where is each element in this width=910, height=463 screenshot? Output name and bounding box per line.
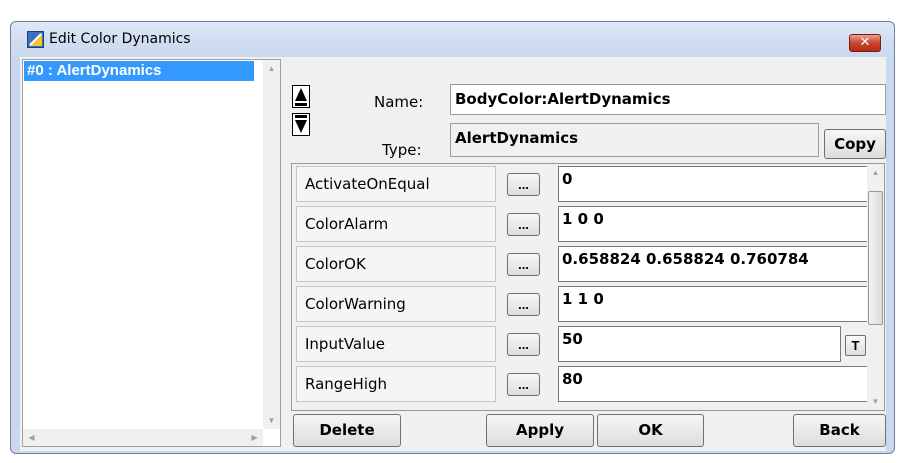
scroll-down-icon[interactable]: ▼ (263, 412, 280, 429)
property-edit-button[interactable]: ... (507, 213, 540, 236)
delete-button[interactable]: Delete (293, 414, 401, 447)
list-item[interactable]: #0 : AlertDynamics (24, 61, 254, 81)
property-row: ActivateOnEqual ... 0 (292, 164, 872, 204)
close-icon: ✕ (859, 35, 871, 50)
property-value-field[interactable]: 1 0 0 (558, 206, 872, 242)
ok-button[interactable]: OK (597, 414, 704, 447)
arrow-up-icon (295, 88, 307, 106)
toggle-t-button[interactable]: T (845, 335, 866, 356)
back-button[interactable]: Back (793, 414, 886, 447)
property-name: ColorOK (296, 246, 496, 282)
property-value-field[interactable]: 0 (558, 166, 872, 202)
list-horizontal-scrollbar[interactable]: ◀ ▶ (23, 429, 263, 446)
title-bar[interactable]: Edit Color Dynamics ✕ (11, 22, 894, 54)
scroll-up-icon[interactable]: ▲ (263, 60, 280, 77)
property-row: ColorWarning ... 1 1 0 (292, 284, 872, 324)
property-edit-button[interactable]: ... (507, 333, 540, 356)
property-edit-button[interactable]: ... (507, 293, 540, 316)
property-row: InputValue ... 50 T (292, 324, 868, 364)
name-field[interactable]: BodyColor:AlertDynamics (450, 84, 886, 115)
property-name: ActivateOnEqual (296, 166, 496, 202)
scroll-left-icon[interactable]: ◀ (23, 429, 40, 446)
property-value-field[interactable]: 80 (558, 366, 872, 402)
scroll-down-icon[interactable]: ▼ (867, 393, 884, 410)
property-edit-button[interactable]: ... (507, 373, 540, 396)
property-value-field[interactable]: 0.658824 0.658824 0.760784 (558, 246, 872, 282)
arrow-down-icon (295, 115, 307, 133)
property-value-field[interactable]: 1 1 0 (558, 286, 872, 322)
grid-vertical-scrollbar[interactable]: ▲ ▼ (867, 164, 884, 410)
list-vertical-scrollbar[interactable]: ▲ ▼ (263, 60, 280, 429)
dialog-client-area: #0 : AlertDynamics ▲ ▼ ◀ ▶ Name: BodyCol… (20, 57, 886, 451)
edit-color-dynamics-window: Edit Color Dynamics ✕ #0 : AlertDynamics… (10, 21, 895, 454)
move-down-button[interactable] (292, 113, 310, 136)
app-icon (27, 31, 44, 48)
name-label: Name: (374, 93, 424, 111)
scroll-up-icon[interactable]: ▲ (867, 164, 884, 181)
property-name: InputValue (296, 326, 496, 362)
property-value-field[interactable]: 50 (558, 326, 841, 362)
property-name: ColorAlarm (296, 206, 496, 242)
type-field: AlertDynamics (450, 123, 819, 157)
window-title: Edit Color Dynamics (49, 31, 191, 47)
property-grid[interactable]: ActivateOnEqual ... 0 ColorAlarm ... 1 0… (291, 163, 885, 411)
apply-button[interactable]: Apply (486, 414, 594, 447)
property-row: RangeHigh ... 80 (292, 364, 872, 404)
property-row: ColorAlarm ... 1 0 0 (292, 204, 872, 244)
property-edit-button[interactable]: ... (507, 253, 540, 276)
move-up-button[interactable] (292, 85, 310, 108)
close-button[interactable]: ✕ (849, 34, 881, 52)
scrollbar-thumb[interactable] (868, 191, 883, 325)
type-label: Type: (382, 141, 422, 159)
property-name: ColorWarning (296, 286, 496, 322)
property-row: ColorOK ... 0.658824 0.658824 0.760784 (292, 244, 872, 284)
copy-button[interactable]: Copy (824, 129, 886, 159)
scroll-right-icon[interactable]: ▶ (246, 429, 263, 446)
property-name: RangeHigh (296, 366, 496, 402)
dynamics-list[interactable]: #0 : AlertDynamics ▲ ▼ ◀ ▶ (22, 59, 281, 447)
property-edit-button[interactable]: ... (507, 173, 540, 196)
